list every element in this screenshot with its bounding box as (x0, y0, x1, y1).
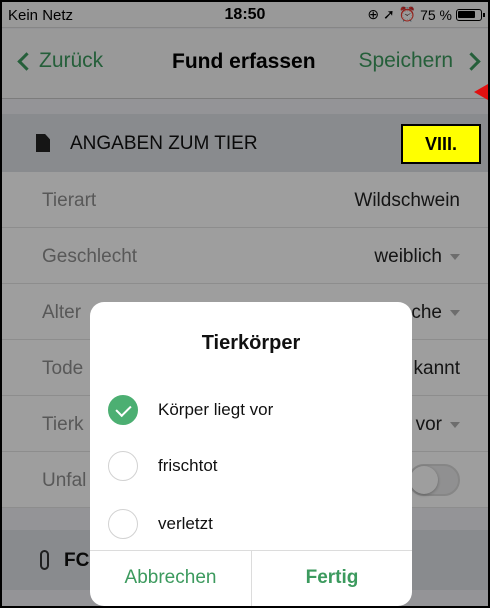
option-koerper-liegt-vor[interactable]: Körper liegt vor (108, 394, 273, 426)
cancel-button[interactable]: Abbrechen (90, 550, 251, 606)
radio-icon[interactable] (108, 451, 138, 481)
option-label: Körper liegt vor (158, 400, 274, 419)
annotation-badge: VIII. (401, 124, 481, 164)
annotation-arrow-icon (474, 84, 488, 100)
option-label: frischtot (158, 456, 218, 475)
done-button[interactable]: Fertig (252, 550, 412, 606)
dialog-title: Tierkörper (201, 332, 301, 354)
app-frame: Kein Netz 18:50 ⊕ ➚ ⏰ 75 % Zurück Fund e… (0, 0, 490, 608)
option-verletzt[interactable]: verletzt (108, 508, 213, 540)
option-frischtot[interactable]: frischtot (108, 450, 218, 482)
option-label: verletzt (158, 514, 213, 533)
checkmark-icon[interactable] (108, 395, 138, 425)
tierkoerper-dialog: Tierkörper Körper liegt vor frischtot ve… (90, 302, 412, 606)
radio-icon[interactable] (108, 509, 138, 539)
